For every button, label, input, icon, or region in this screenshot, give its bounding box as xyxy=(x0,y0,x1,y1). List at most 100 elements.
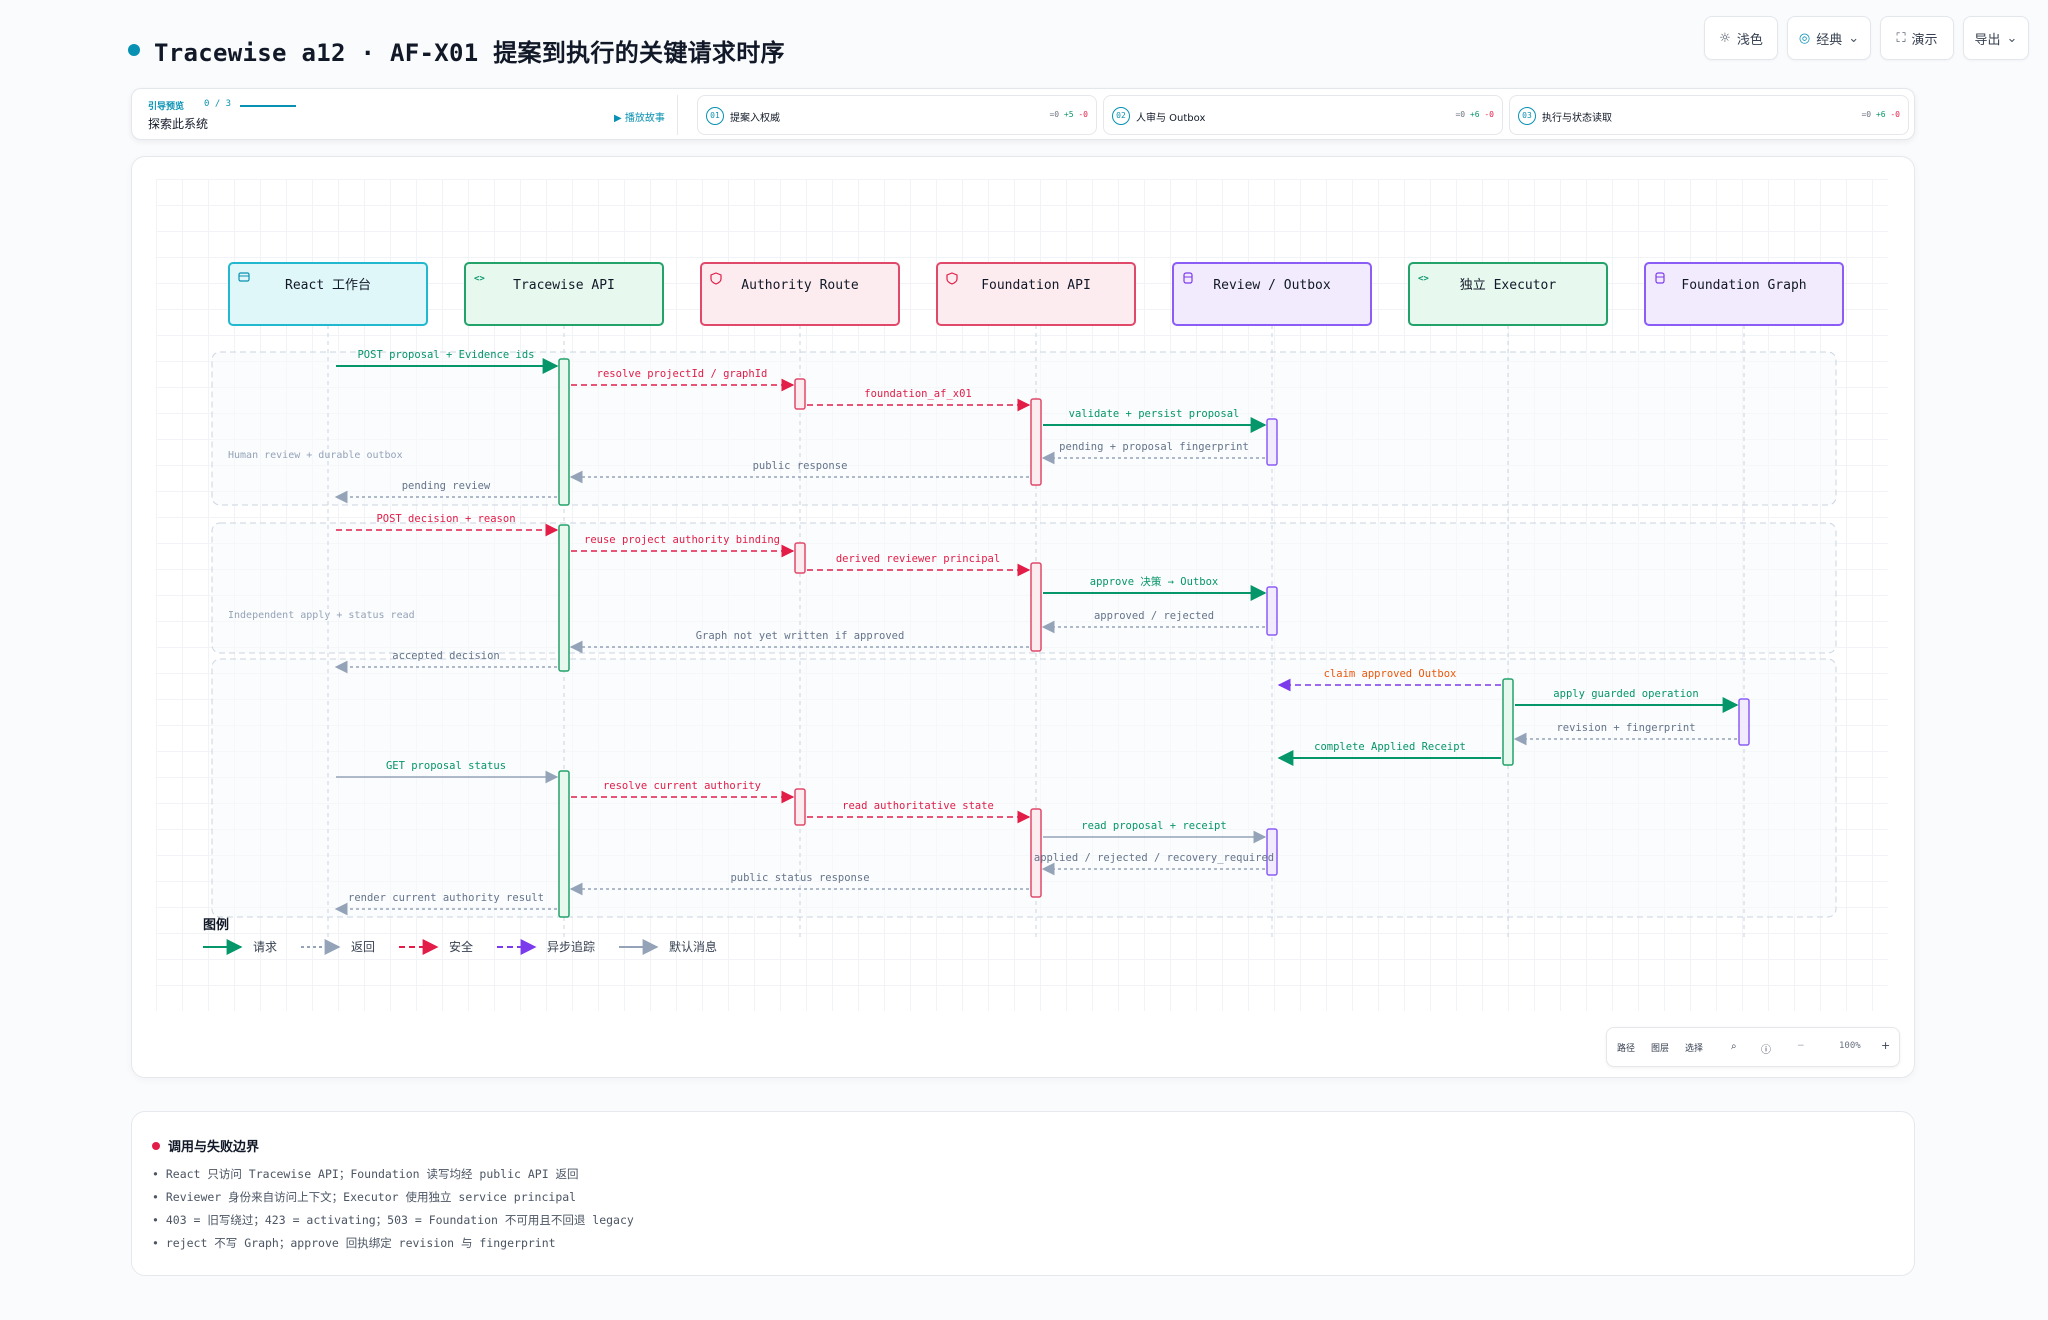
zoom-in-button[interactable]: + xyxy=(1881,1039,1890,1052)
participant-box xyxy=(1644,262,1844,326)
activation-bar xyxy=(1266,418,1278,466)
participant-label: Tracewise API xyxy=(513,278,615,293)
activation-bar xyxy=(1738,698,1750,746)
chevron-down-icon: ⌄ xyxy=(2006,30,2018,46)
message-label: accepted decision xyxy=(392,650,499,662)
message-label: resolve projectId / graphId xyxy=(597,368,768,380)
activation-bar xyxy=(558,770,570,918)
step-number: 03 xyxy=(1518,107,1536,125)
message-label: derived reviewer principal xyxy=(836,553,1000,565)
participant-box xyxy=(228,262,428,326)
legend-label: 默认消息 xyxy=(669,939,717,954)
help-icon[interactable]: ⓘ xyxy=(1761,1041,1771,1056)
play-story-label: 播放故事 xyxy=(624,113,665,124)
layer-button[interactable]: 图层 xyxy=(1651,1041,1669,1054)
step-title: 提案入权威 xyxy=(730,113,780,124)
activation-bar xyxy=(794,788,806,826)
zoom-controls: 路径 图层 选择 ⌕ ⓘ − 100% + xyxy=(1606,1027,1900,1067)
message-group xyxy=(211,522,1837,654)
light-theme-button[interactable]: ☼ 浅色 xyxy=(1704,16,1778,60)
activation-bar xyxy=(1266,586,1278,636)
guide-step-1[interactable]: 01 提案入权威 =0 +5 -0 xyxy=(697,95,1097,135)
step-title: 人审与 Outbox xyxy=(1136,113,1206,124)
diagram-canvas[interactable]: Human review + durable outbox Independent… xyxy=(131,156,1915,1078)
activation-bar xyxy=(1030,398,1042,486)
guide-step-2[interactable]: 02 人审与 Outbox =0 +6 -0 xyxy=(1103,95,1503,135)
message-label: GET proposal status xyxy=(386,760,506,772)
message-label: approved / rejected xyxy=(1094,610,1214,622)
present-button[interactable]: ⛶ 演示 xyxy=(1880,16,1954,60)
theme-select[interactable]: ◎ 经典 ⌄ xyxy=(1787,16,1871,60)
activation-bar xyxy=(794,378,806,410)
guide-preview: 引导预览 0 / 3 探索此系统 ▶ 播放故事 xyxy=(140,95,678,135)
step-title: 执行与状态读取 xyxy=(1542,113,1612,124)
guide-progress-bar xyxy=(240,105,296,107)
sequence-diagram: Human review + durable outbox Independent… xyxy=(203,262,1844,955)
message-label: POST proposal + Evidence ids xyxy=(357,349,534,361)
path-button[interactable]: 路径 xyxy=(1617,1041,1635,1054)
code-icon: <> xyxy=(1418,274,1429,284)
message-label: pending + proposal fingerprint xyxy=(1059,441,1249,453)
message-label: revision + fingerprint xyxy=(1556,722,1695,734)
step-number: 01 xyxy=(706,107,724,125)
message-label: read authoritative state xyxy=(842,800,994,812)
step-counts: =0 +6 -0 xyxy=(1455,110,1494,119)
export-button[interactable]: 导出 ⌄ xyxy=(1963,16,2029,60)
message-label: pending review xyxy=(402,480,491,492)
legend-label: 安全 xyxy=(449,939,473,954)
message-label: POST decision + reason xyxy=(376,513,515,525)
participant-label: Foundation API xyxy=(981,278,1091,293)
legend-label: 请求 xyxy=(253,940,277,954)
message-label: applied / rejected / recovery_required xyxy=(1034,852,1274,864)
activation-bar xyxy=(794,542,806,574)
note-line: • Reviewer 身份来自访问上下文；Executor 使用独立 servi… xyxy=(152,1190,577,1204)
message-label: Graph not yet written if approved xyxy=(696,630,905,642)
guide-explore-text: 探索此系统 xyxy=(148,117,209,131)
code-icon: <> xyxy=(474,274,485,284)
message-label: complete Applied Receipt xyxy=(1314,741,1466,753)
participant-box xyxy=(700,262,900,326)
activation-bar xyxy=(1502,678,1514,766)
page-title: Tracewise a12 · AF-X01 提案到执行的关键请求时序 xyxy=(154,38,785,67)
step-number: 02 xyxy=(1112,107,1130,125)
notes-dot xyxy=(152,1141,160,1150)
light-label: 浅色 xyxy=(1736,32,1763,48)
zoom-out-button[interactable]: − xyxy=(1797,1041,1805,1051)
message-label: read proposal + receipt xyxy=(1081,820,1226,832)
message-label: apply guarded operation xyxy=(1553,688,1698,700)
message-label: render current authority result xyxy=(348,892,544,904)
search-icon[interactable]: ⌕ xyxy=(1731,1041,1737,1052)
participant-box xyxy=(1172,262,1372,326)
participant-label: Review / Outbox xyxy=(1213,278,1331,293)
activation-bar xyxy=(1030,562,1042,652)
select-button[interactable]: 选择 xyxy=(1685,1041,1703,1054)
guide-bar: 引导预览 0 / 3 探索此系统 ▶ 播放故事 01 提案入权威 =0 +5 -… xyxy=(131,88,1915,140)
play-icon: ▶ xyxy=(614,113,622,124)
note-line: • React 只访问 Tracewise API；Foundation 读写均… xyxy=(152,1167,579,1181)
palette-icon: ◎ xyxy=(1798,30,1811,46)
message-label: resolve current authority xyxy=(603,780,761,792)
sun-icon: ☼ xyxy=(1719,30,1731,46)
group-label: Independent apply + status read xyxy=(228,610,415,621)
legend-title: 图例 xyxy=(203,917,229,933)
message-label: foundation_af_x01 xyxy=(864,388,971,400)
participant-label: 独立 Executor xyxy=(1460,278,1557,293)
notes-title: 调用与失败边界 xyxy=(152,1136,259,1155)
note-line: • reject 不写 Graph；approve 回执绑定 revision … xyxy=(152,1236,556,1250)
activation-bar xyxy=(558,524,570,672)
play-story-button[interactable]: ▶ 播放故事 xyxy=(614,109,665,124)
legend-label: 异步追踪 xyxy=(547,939,595,954)
guide-step-3[interactable]: 03 执行与状态读取 =0 +6 -0 xyxy=(1509,95,1909,135)
page-header: Tracewise a12 · AF-X01 提案到执行的关键请求时序 xyxy=(128,30,785,70)
message-label: public status response xyxy=(730,872,869,884)
chevron-down-icon: ⌄ xyxy=(1848,30,1860,46)
participant-label: Authority Route xyxy=(741,278,859,293)
group-label: Human review + durable outbox xyxy=(228,450,403,461)
step-counts: =0 +6 -0 xyxy=(1861,110,1900,119)
message-label: approve 决策 → Outbox xyxy=(1090,575,1218,588)
guide-progress: 0 / 3 xyxy=(204,99,232,109)
fullscreen-icon: ⛶ xyxy=(1896,30,1906,46)
title-dot xyxy=(128,44,140,56)
step-counts: =0 +5 -0 xyxy=(1049,110,1088,119)
message-label: claim approved Outbox xyxy=(1324,668,1457,680)
